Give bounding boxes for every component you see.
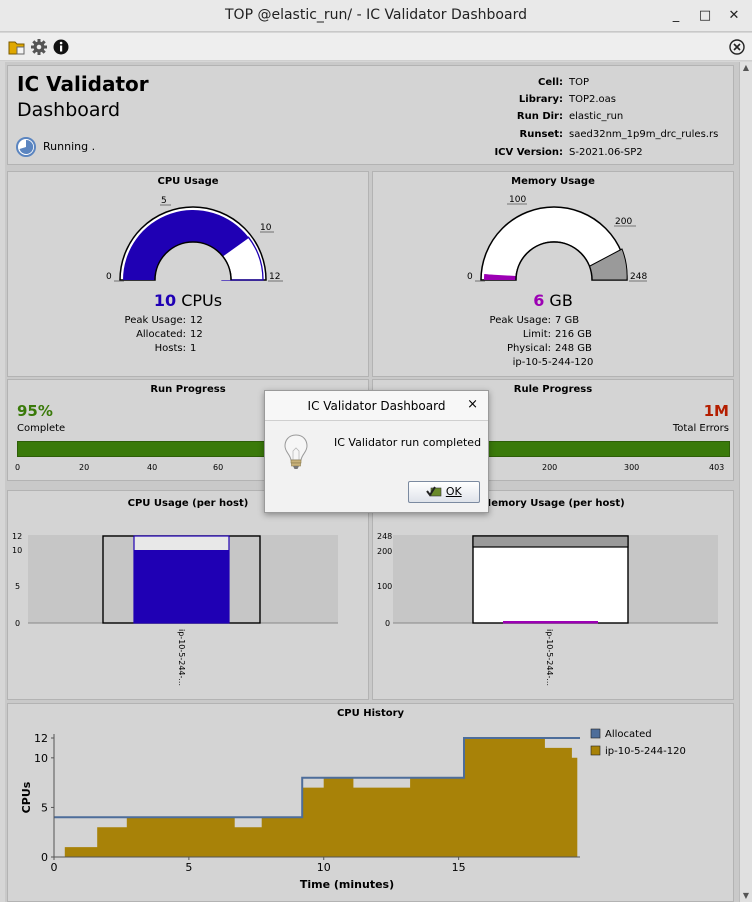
cpu-history-panel: CPU History 0 5 10 15 0 5 10 12 Time (minutes) … (7, 703, 734, 902)
history-xtick-label: 15 (452, 861, 466, 874)
checkmark-icon (426, 486, 442, 497)
run-progress-percent: 95% (17, 402, 53, 420)
memory-host-chart: 248 200 100 0 ip-10-5-244-... (377, 532, 718, 686)
memory-host-tick-0: 0 (385, 619, 390, 628)
app-title: IC Validator (17, 72, 149, 96)
memory-host-tick-248: 248 (377, 532, 392, 541)
cpu-host-label: ip-10-5-244-... (177, 629, 186, 686)
cpu-usage-value-line: 10 CPUs (8, 291, 368, 310)
run-tick-20: 20 (79, 463, 90, 472)
history-series-1 (64, 738, 578, 857)
memory-usage-value: 6 (533, 291, 545, 310)
history-ytick-label: 12 (34, 732, 48, 745)
minimize-button[interactable]: _ (666, 6, 686, 26)
close-circle-icon[interactable] (728, 38, 746, 56)
maximize-button[interactable]: □ (695, 6, 715, 26)
toolbar (0, 33, 752, 61)
memory-tick-100: 100 (509, 195, 526, 205)
memory-host: ip-10-5-244-120 (512, 357, 594, 368)
history-ytick-label: 0 (41, 851, 48, 864)
scroll-down-arrow-icon[interactable]: ▼ (740, 890, 752, 902)
memory-tick-248: 248 (630, 272, 647, 282)
ok-button[interactable]: OK (408, 481, 480, 503)
vertical-scrollbar[interactable]: ▲ ▼ (739, 62, 752, 902)
app-subtitle: Dashboard (17, 99, 121, 121)
memory-usage-unit: GB (549, 291, 573, 310)
window-title: TOP @elastic_run/ - IC Validator Dashboa… (225, 7, 527, 23)
cpu-tick-0: 0 (106, 272, 112, 282)
history-xtick-label: 5 (185, 861, 192, 874)
memory-host-panel: Memory Usage (per host) 248 200 100 0 ip… (372, 490, 734, 700)
close-button[interactable]: ✕ (724, 6, 744, 26)
history-legend-label: Allocated (605, 729, 652, 740)
cpu-usage-title: CPU Usage (157, 176, 219, 187)
run-tick-60: 60 (213, 463, 224, 472)
cpu-usage-value: 10 (153, 291, 177, 310)
window-titlebar: TOP @elastic_run/ - IC Validator Dashboa… (0, 0, 752, 32)
memory-usage-value-line: 6 GB (373, 291, 733, 310)
memory-host-label: ip-10-5-244-... (545, 629, 554, 686)
rule-tick-300: 300 (624, 463, 640, 472)
rule-progress-errors: 1M (703, 402, 729, 420)
history-ytick-label: 5 (41, 801, 48, 814)
run-status: Running . (43, 140, 96, 153)
cpu-host-chart: 12 10 5 0 ip-10-5-244-... (12, 532, 338, 686)
scroll-up-arrow-icon[interactable]: ▲ (740, 62, 752, 74)
rule-tick-200: 200 (542, 463, 558, 472)
history-legend-label: ip-10-5-244-120 (605, 746, 686, 757)
cpu-host-tick-5: 5 (15, 582, 20, 591)
dialog-header: IC Validator Dashboard × (265, 391, 488, 421)
cpu-usage-unit: CPUs (181, 291, 223, 310)
completion-dialog: IC Validator Dashboard × IC Validator ru… (264, 390, 489, 513)
history-legend-swatch (590, 745, 601, 756)
cpu-tick-10: 10 (260, 223, 272, 233)
cpu-gauge: 0 5 10 12 (106, 196, 283, 282)
memory-tick-0: 0 (467, 272, 473, 282)
memory-gauge: 0 100 200 248 (467, 195, 647, 282)
header-panel: IC Validator Dashboard Running . Cell: TO… (7, 65, 734, 165)
history-ytick-label: 10 (34, 752, 48, 765)
run-tick-40: 40 (147, 463, 158, 472)
folder-open-icon[interactable] (8, 38, 26, 56)
memory-host-tick-100: 100 (377, 582, 392, 591)
cpu-host-tick-12: 12 (12, 532, 22, 541)
ok-button-label: OK (445, 485, 462, 498)
dialog-message: IC Validator run completed (334, 436, 482, 449)
history-xtick-label: 10 (317, 861, 331, 874)
memory-tick-200: 200 (615, 217, 632, 227)
rule-progress-label: Total Errors (672, 423, 729, 434)
cpu-history-xlabel: Time (minutes) (300, 878, 394, 891)
info-icon[interactable] (52, 38, 70, 56)
lightbulb-icon (284, 434, 308, 469)
cpu-tick-5: 5 (161, 196, 167, 206)
memory-usage-title: Memory Usage (511, 176, 595, 187)
cpu-history-ylabel: CPUs (20, 781, 33, 813)
memory-host-tick-200: 200 (377, 547, 392, 556)
gear-icon[interactable] (30, 38, 48, 56)
cpu-usage-panel: CPU Usage 0 5 10 12 10 CPUs Peak Usage: 1… (7, 171, 369, 377)
cpu-host-panel: CPU Usage (per host) 12 10 5 0 ip-10-5-2… (7, 490, 369, 700)
rule-tick-403: 403 (709, 463, 725, 472)
history-xtick-label: 0 (51, 861, 58, 874)
history-legend-swatch (590, 728, 601, 739)
dialog-close-button[interactable]: × (467, 397, 478, 412)
memory-usage-panel: Memory Usage 0 100 200 248 6 GB Peak Usa… (372, 171, 734, 377)
running-spinner-icon (16, 137, 36, 157)
cpu-history-chart: 0 5 10 15 0 5 10 12 Time (minutes) CPUs Allocat… (20, 728, 686, 891)
cpu-host-tick-0: 0 (15, 619, 20, 628)
run-progress-label: Complete (17, 423, 66, 434)
cpu-tick-12: 12 (269, 272, 280, 282)
run-tick-0: 0 (15, 463, 21, 472)
cpu-host-tick-10: 10 (12, 546, 22, 555)
dialog-title: IC Validator Dashboard (307, 399, 446, 413)
